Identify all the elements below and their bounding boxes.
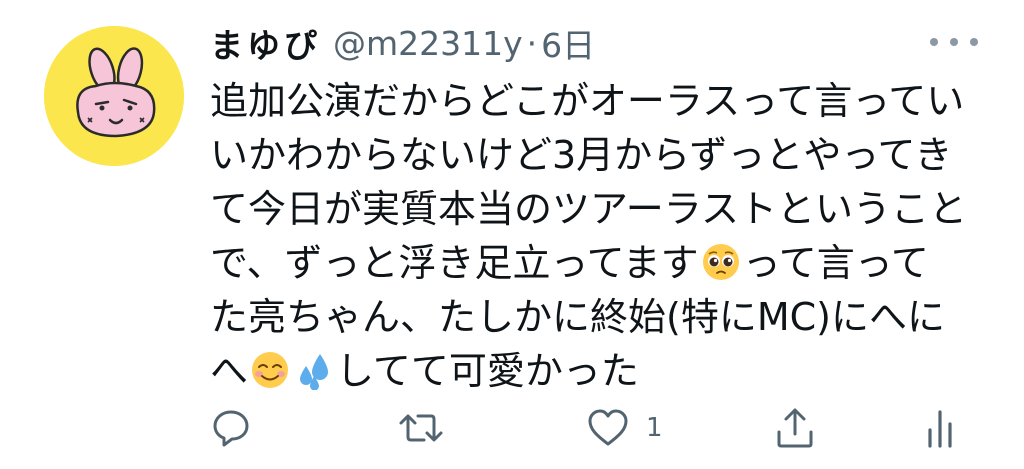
more-options-icon[interactable] bbox=[930, 30, 978, 54]
reply-button[interactable] bbox=[210, 400, 252, 456]
tweet-line-text: してて可愛かった bbox=[336, 349, 639, 393]
tweet-text: 追加公演だからどこがオーラスって言ってい いかわからないけど3月からずっとやって… bbox=[210, 74, 990, 398]
analytics-icon bbox=[928, 410, 952, 448]
more-dot bbox=[950, 38, 958, 46]
tweet-line-text: て今日が実質本当のツアーラストということ bbox=[210, 187, 967, 231]
tweet-line-text: って言って bbox=[742, 241, 929, 285]
like-count: 1 bbox=[646, 413, 663, 443]
sweat-droplets-emoji-icon bbox=[300, 354, 329, 390]
smiling-face-emoji-icon bbox=[252, 352, 289, 388]
tweet-line-text: 追加公演だからどこがオーラスって言ってい bbox=[210, 79, 965, 123]
share-button[interactable] bbox=[774, 400, 816, 456]
pleading-face-emoji-icon bbox=[702, 244, 739, 280]
tweet-line-text: で、ずっと浮き足立ってます bbox=[210, 241, 699, 285]
tweet-line-text: へ bbox=[210, 349, 249, 393]
rabbit-avatar-icon bbox=[44, 26, 184, 166]
tweet-line: 追加公演だからどこがオーラスって言ってい bbox=[210, 74, 990, 128]
share-icon bbox=[777, 408, 813, 448]
avatar[interactable] bbox=[44, 26, 184, 166]
separator: · bbox=[526, 23, 538, 63]
action-bar: 1 bbox=[210, 400, 970, 456]
like-button[interactable]: 1 bbox=[586, 400, 663, 456]
tweet-line: いかわからないけど3月からずっとやってき bbox=[210, 128, 990, 182]
display-name[interactable]: まゆぴ bbox=[210, 19, 321, 67]
more-dot bbox=[930, 38, 938, 46]
retweet-icon bbox=[399, 414, 443, 442]
tweet-line: で、ずっと浮き足立ってます って言って bbox=[210, 236, 990, 290]
analytics-button[interactable] bbox=[922, 400, 958, 456]
user-handle[interactable]: @m22311y bbox=[333, 24, 523, 63]
tweet-line: て今日が実質本当のツアーラストということ bbox=[210, 182, 990, 236]
reply-icon bbox=[213, 410, 249, 447]
more-dot bbox=[970, 38, 978, 46]
tweet-line: へ してて可愛かった bbox=[210, 344, 990, 398]
heart-icon bbox=[588, 409, 628, 446]
tweet-line: た亮ちゃん、たしかに終始(特にMC)にへに bbox=[210, 290, 990, 344]
tweet-line-text: た亮ちゃん、たしかに終始(特にMC)にへに bbox=[210, 295, 945, 339]
tweet-header: まゆぴ @m22311y · 6日 bbox=[210, 18, 595, 68]
timestamp[interactable]: 6日 bbox=[541, 19, 595, 67]
tweet[interactable]: まゆぴ @m22311y · 6日 追加公演だからどこがオーラスって言ってい い… bbox=[0, 0, 1024, 469]
retweet-button[interactable] bbox=[398, 400, 444, 456]
tweet-line-text: いかわからないけど3月からずっとやってき bbox=[210, 133, 953, 177]
